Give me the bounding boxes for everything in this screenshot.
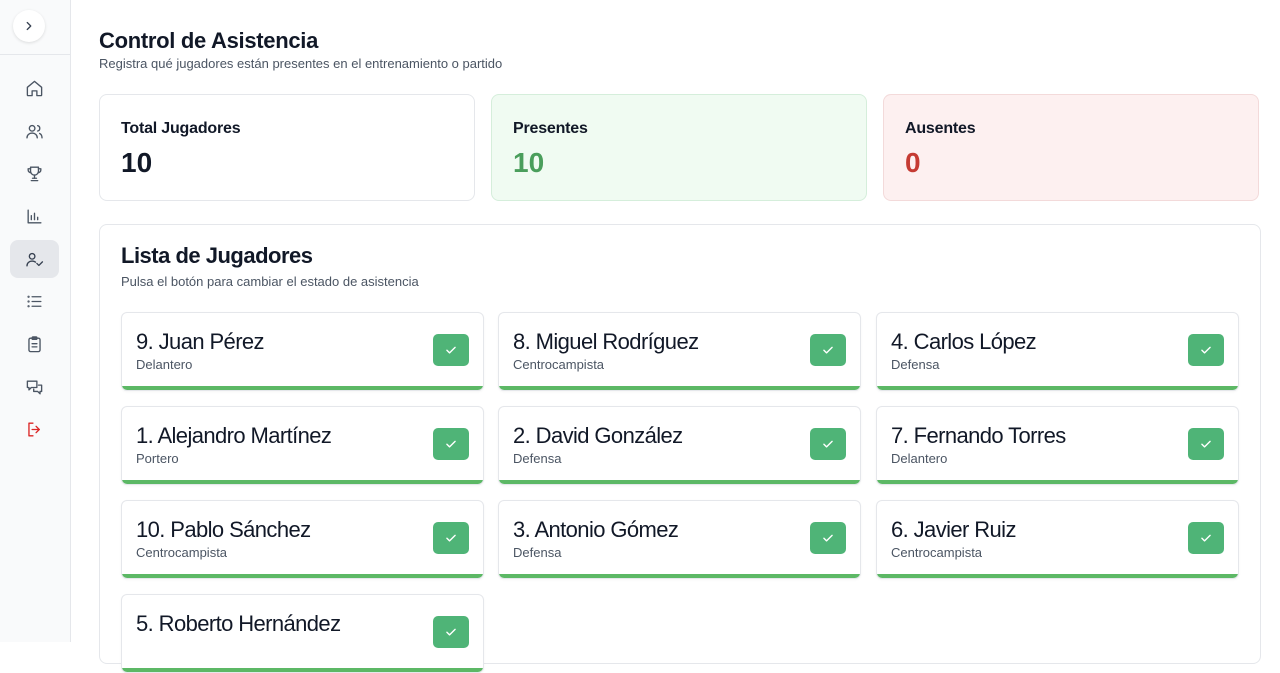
player-card: 9. Juan Pérez Delantero [121, 312, 484, 391]
attendance-toggle-button[interactable] [810, 428, 846, 460]
check-icon [446, 628, 456, 636]
attendance-toggle-button[interactable] [1188, 522, 1224, 554]
nav-list[interactable] [10, 282, 59, 320]
check-icon [823, 534, 833, 542]
player-position: Centrocampista [513, 357, 605, 372]
sidebar [0, 0, 71, 642]
player-card: 2. David González Defensa [498, 406, 861, 485]
total-players-card: Total Jugadores 10 [99, 94, 475, 201]
clipboard-icon [28, 335, 41, 352]
player-position: Portero [136, 451, 179, 466]
messages-icon [26, 379, 43, 395]
present-status-bar [122, 668, 483, 672]
present-status-bar [499, 480, 860, 484]
check-icon [823, 346, 833, 354]
sidebar-divider [0, 54, 70, 55]
player-card: 10. Pablo Sánchez Centrocampista [121, 500, 484, 579]
nav-statistics[interactable] [10, 197, 59, 235]
player-name: 1. Alejandro Martínez [136, 423, 332, 448]
present-value: 10 [513, 147, 545, 178]
player-card: 3. Antonio Gómez Defensa [498, 500, 861, 579]
trophy-icon [27, 165, 42, 181]
player-position: Defensa [513, 545, 562, 560]
page-subtitle: Registra qué jugadores están presentes e… [99, 56, 503, 71]
user-check-icon [26, 252, 44, 267]
nav-home[interactable] [10, 69, 59, 107]
player-card: 5. Roberto Hernández [121, 594, 484, 673]
player-position: Centrocampista [136, 545, 228, 560]
player-card: 7. Fernando Torres Delantero [876, 406, 1239, 485]
attendance-toggle-button[interactable] [1188, 428, 1224, 460]
attendance-toggle-button[interactable] [1188, 334, 1224, 366]
present-status-bar [122, 386, 483, 390]
player-name: 3. Antonio Gómez [513, 517, 679, 542]
attendance-toggle-button[interactable] [433, 428, 469, 460]
player-position: Defensa [891, 357, 940, 372]
attendance-toggle-button[interactable] [810, 522, 846, 554]
present-status-bar [877, 386, 1238, 390]
player-position: Defensa [513, 451, 562, 466]
player-card: 1. Alejandro Martínez Portero [121, 406, 484, 485]
users-icon [26, 124, 43, 139]
check-icon [446, 346, 456, 354]
logout-icon [28, 421, 40, 437]
expand-sidebar-button[interactable] [13, 10, 45, 42]
check-icon [823, 440, 833, 448]
player-name: 8. Miguel Rodríguez [513, 329, 699, 354]
player-name: 2. David González [513, 423, 683, 448]
attendance-toggle-button[interactable] [810, 334, 846, 366]
nav-logout[interactable] [10, 410, 59, 448]
player-name: 5. Roberto Hernández [136, 611, 341, 636]
player-list-title: Lista de Jugadores [121, 243, 313, 268]
nav-attendance[interactable] [10, 240, 59, 278]
player-name: 6. Javier Ruiz [891, 517, 1016, 542]
bar-chart-icon [27, 208, 42, 224]
present-status-bar [122, 574, 483, 578]
player-card: 4. Carlos López Defensa [876, 312, 1239, 391]
player-name: 10. Pablo Sánchez [136, 517, 311, 542]
present-status-bar [499, 386, 860, 390]
check-icon [1201, 346, 1211, 354]
player-list-subtitle: Pulsa el botón para cambiar el estado de… [121, 274, 419, 289]
absent-label: Ausentes [905, 120, 976, 137]
player-list-panel: Lista de Jugadores Pulsa el botón para c… [99, 224, 1261, 673]
attendance-toggle-button[interactable] [433, 334, 469, 366]
nav-competitions[interactable] [10, 154, 59, 192]
present-status-bar [877, 574, 1238, 578]
player-card: 6. Javier Ruiz Centrocampista [876, 500, 1239, 579]
absent-card: Ausentes 0 [883, 94, 1259, 201]
nav-clipboard[interactable] [10, 325, 59, 363]
player-name: 9. Juan Pérez [136, 329, 265, 354]
check-icon [1201, 440, 1211, 448]
attendance-toggle-button[interactable] [433, 522, 469, 554]
home-icon [26, 80, 43, 96]
present-status-bar [877, 480, 1238, 484]
page-title: Control de Asistencia [99, 28, 319, 53]
chevron-right-icon [26, 21, 32, 31]
check-icon [1201, 534, 1211, 542]
absent-value: 0 [905, 147, 921, 178]
present-label: Presentes [513, 120, 588, 137]
check-icon [446, 534, 456, 542]
player-name: 4. Carlos López [891, 329, 1037, 354]
total-players-value: 10 [121, 147, 153, 178]
player-position: Delantero [136, 357, 193, 372]
player-name: 7. Fernando Torres [891, 423, 1066, 448]
nav-players[interactable] [10, 112, 59, 150]
present-status-bar [122, 480, 483, 484]
player-position: Delantero [891, 451, 948, 466]
total-players-label: Total Jugadores [121, 120, 241, 137]
present-card: Presentes 10 [491, 94, 867, 201]
list-icon [27, 295, 42, 307]
present-status-bar [499, 574, 860, 578]
check-icon [446, 440, 456, 448]
player-position: Centrocampista [891, 545, 983, 560]
player-card: 8. Miguel Rodríguez Centrocampista [498, 312, 861, 391]
nav-messages[interactable] [10, 368, 59, 406]
attendance-toggle-button[interactable] [433, 616, 469, 648]
